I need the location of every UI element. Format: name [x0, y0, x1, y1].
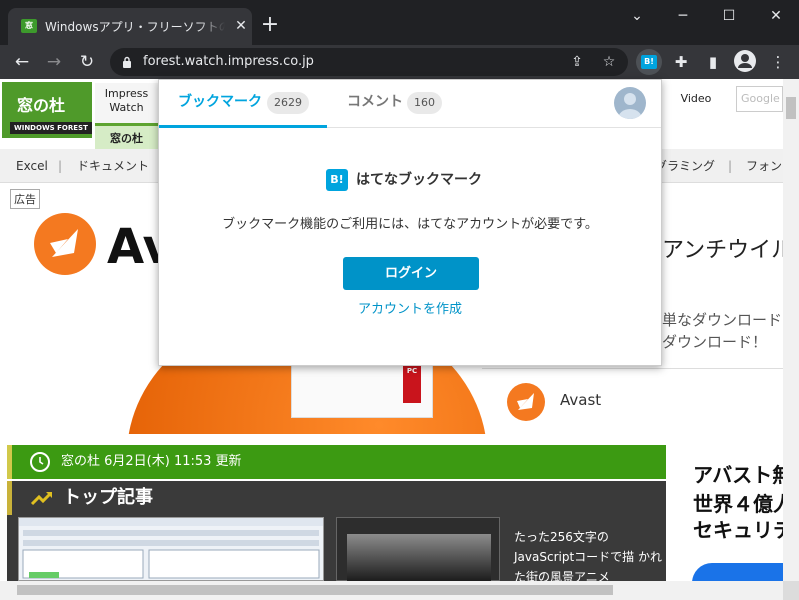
- tab-title: Windowsアプリ・フリーソフトのおすすめ: [45, 20, 225, 34]
- tab-bookmark[interactable]: ブックマーク 2629: [159, 80, 327, 128]
- side-ad-title: アバスト無: [693, 463, 783, 487]
- bookmark-star-icon[interactable]: ☆: [600, 53, 618, 71]
- maximize-button[interactable]: ☐: [706, 0, 752, 32]
- login-required-message: ブックマーク機能のご利用には、はてなアカウントが必要です。: [222, 217, 598, 232]
- category-separator: |: [728, 159, 733, 173]
- category-programming[interactable]: グラミング: [655, 158, 715, 174]
- side-ad[interactable]: アバスト無 世界４億人 セキュリテ: [675, 445, 783, 581]
- tab-comment-label: コメント: [347, 94, 403, 110]
- create-account-link[interactable]: アカウントを作成: [159, 301, 661, 319]
- ad-text-line: ダウンロード！: [662, 333, 768, 351]
- new-tab-button[interactable]: +: [258, 13, 282, 37]
- tab-comment[interactable]: コメント 160: [327, 80, 457, 128]
- back-button[interactable]: ←: [10, 50, 34, 74]
- browser-toolbar: ← → ↻ forest.watch.impress.co.jp ⇪ ☆ B! …: [0, 45, 799, 79]
- update-text: 窓の杜 6月2日(木) 11:53 更新: [61, 454, 242, 469]
- site-logo[interactable]: 窓の杜 WINDOWS FOREST: [2, 82, 92, 138]
- pc-award-badge: PC: [403, 363, 421, 403]
- scrollbar-corner: [783, 581, 799, 600]
- ad-label: 広告: [10, 189, 40, 209]
- vertical-scrollbar[interactable]: [783, 79, 799, 581]
- nav-video-link[interactable]: Video: [664, 85, 728, 113]
- side-panel-icon[interactable]: ▮: [701, 50, 725, 74]
- update-bar: 窓の杜 6月2日(木) 11:53 更新: [7, 445, 666, 479]
- ad-text-line: 単なダウンロード: [662, 311, 783, 329]
- ad-advertiser-name: Avast: [560, 391, 602, 409]
- article-thumbnail[interactable]: [336, 517, 500, 581]
- minimize-button[interactable]: ─: [660, 0, 706, 32]
- user-avatar-icon[interactable]: [614, 87, 646, 119]
- hatena-bookmark-popup: ブックマーク 2629 コメント 160 B! はてなブックマーク ブックマーク…: [158, 79, 662, 366]
- logo-subtitle: WINDOWS FOREST: [10, 122, 92, 134]
- browser-menu-icon[interactable]: ⋮: [766, 50, 790, 74]
- comment-count-badge: 160: [407, 92, 442, 114]
- ad-divider: [482, 368, 783, 369]
- horizontal-scroll-thumb[interactable]: [17, 585, 613, 595]
- hatena-extension-button[interactable]: B!: [636, 49, 662, 75]
- horizontal-scrollbar[interactable]: [0, 581, 783, 600]
- hatena-bookmark-icon: B!: [641, 55, 657, 69]
- logo-text: 窓の杜: [17, 96, 66, 115]
- vertical-scroll-thumb[interactable]: [786, 97, 796, 119]
- trending-up-icon: [30, 491, 53, 506]
- top-articles-title: トップ記事: [63, 487, 153, 508]
- address-bar[interactable]: forest.watch.impress.co.jp ⇪ ☆: [110, 48, 628, 76]
- bookmark-count-badge: 2629: [267, 92, 309, 114]
- top-article-row: たった256文字の JavaScriptコードで描 かれた街の風景アニメ: [7, 515, 666, 581]
- side-ad-subtitle: 世界４億人 セキュリテ: [693, 491, 783, 543]
- side-ad-subtitle-line: セキュリテ: [693, 518, 783, 542]
- category-smartphone[interactable]: フォン: [746, 158, 782, 174]
- reload-button[interactable]: ↻: [75, 50, 99, 74]
- nav-madonomori-link[interactable]: 窓の杜: [95, 123, 158, 149]
- category-separator: |: [58, 159, 63, 173]
- tab-search-button[interactable]: ⌄: [614, 0, 660, 32]
- close-window-button[interactable]: ✕: [753, 0, 799, 32]
- login-button[interactable]: ログイン: [343, 257, 479, 290]
- extensions-puzzle-icon[interactable]: ✚: [669, 50, 693, 74]
- thumbnail-image: [347, 534, 491, 581]
- popup-tab-bar: ブックマーク 2629 コメント 160: [159, 80, 661, 128]
- profile-avatar-icon[interactable]: [734, 50, 756, 72]
- hatena-brand-name: はてなブックマーク: [356, 172, 482, 188]
- hatena-logo-icon: B!: [326, 169, 348, 191]
- url-text: forest.watch.impress.co.jp: [143, 54, 314, 69]
- browser-tab[interactable]: 窓 Windowsアプリ・フリーソフトのおすすめ ✕: [8, 8, 252, 45]
- site-favicon-icon: 窓: [21, 19, 37, 33]
- nav-impress-watch-link[interactable]: Impress Watch: [95, 85, 158, 121]
- avast-logo-icon: [34, 213, 96, 275]
- title-bar: 窓 Windowsアプリ・フリーソフトのおすすめ ✕ + ⌄ ─ ☐ ✕: [0, 0, 799, 45]
- share-icon[interactable]: ⇪: [568, 53, 586, 71]
- forward-button[interactable]: →: [42, 50, 66, 74]
- category-document[interactable]: ドキュメント: [77, 158, 149, 174]
- site-search-input[interactable]: Google: [736, 86, 783, 112]
- tab-bookmark-label: ブックマーク: [178, 94, 262, 110]
- article-thumbnail[interactable]: [18, 517, 324, 581]
- tab-close-icon[interactable]: ✕: [232, 17, 250, 35]
- category-excel[interactable]: Excel: [16, 158, 48, 174]
- ad-headline: アンチウイル: [662, 238, 783, 263]
- side-ad-subtitle-line: 世界４億人: [693, 492, 783, 516]
- article-headline[interactable]: たった256文字の JavaScriptコードで描 かれた街の風景アニメ: [514, 527, 662, 581]
- avast-small-logo-icon: [507, 383, 545, 421]
- lock-icon: [123, 56, 131, 68]
- clock-icon: [30, 452, 50, 472]
- side-ad-button[interactable]: [692, 563, 783, 581]
- top-articles-header: トップ記事: [7, 481, 666, 515]
- site-switcher: Impress Watch 窓の杜: [95, 83, 158, 149]
